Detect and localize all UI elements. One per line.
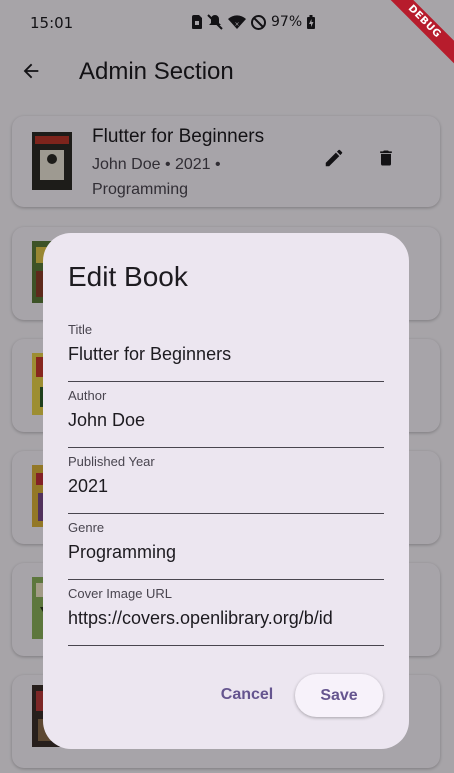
field-value: Flutter for Beginners: [68, 344, 232, 364]
cancel-button[interactable]: Cancel: [209, 675, 285, 715]
field-value: 2021: [68, 476, 109, 496]
field-value: Programming: [68, 542, 177, 562]
field-label: Cover Image URL: [68, 586, 173, 601]
author-field[interactable]: Author John Doe: [68, 388, 384, 448]
field-label: Published Year: [68, 454, 155, 469]
cover-image-url-field[interactable]: Cover Image URL https://covers.openlibra…: [68, 586, 384, 646]
field-value: John Doe: [68, 410, 146, 430]
published-year-field[interactable]: Published Year 2021: [68, 454, 384, 514]
field-label: Genre: [68, 520, 105, 535]
dialog-title: Edit Book: [68, 261, 188, 292]
field-label: Author: [68, 388, 107, 403]
edit-book-dialog: Edit Book Title Flutter for Beginners Au…: [43, 233, 409, 749]
title-field[interactable]: Title Flutter for Beginners: [68, 322, 384, 382]
field-label: Title: [68, 322, 93, 337]
field-value: https://covers.openlibrary.org/b/id: [68, 608, 333, 628]
genre-field[interactable]: Genre Programming: [68, 520, 384, 580]
save-button[interactable]: Save: [295, 674, 383, 717]
